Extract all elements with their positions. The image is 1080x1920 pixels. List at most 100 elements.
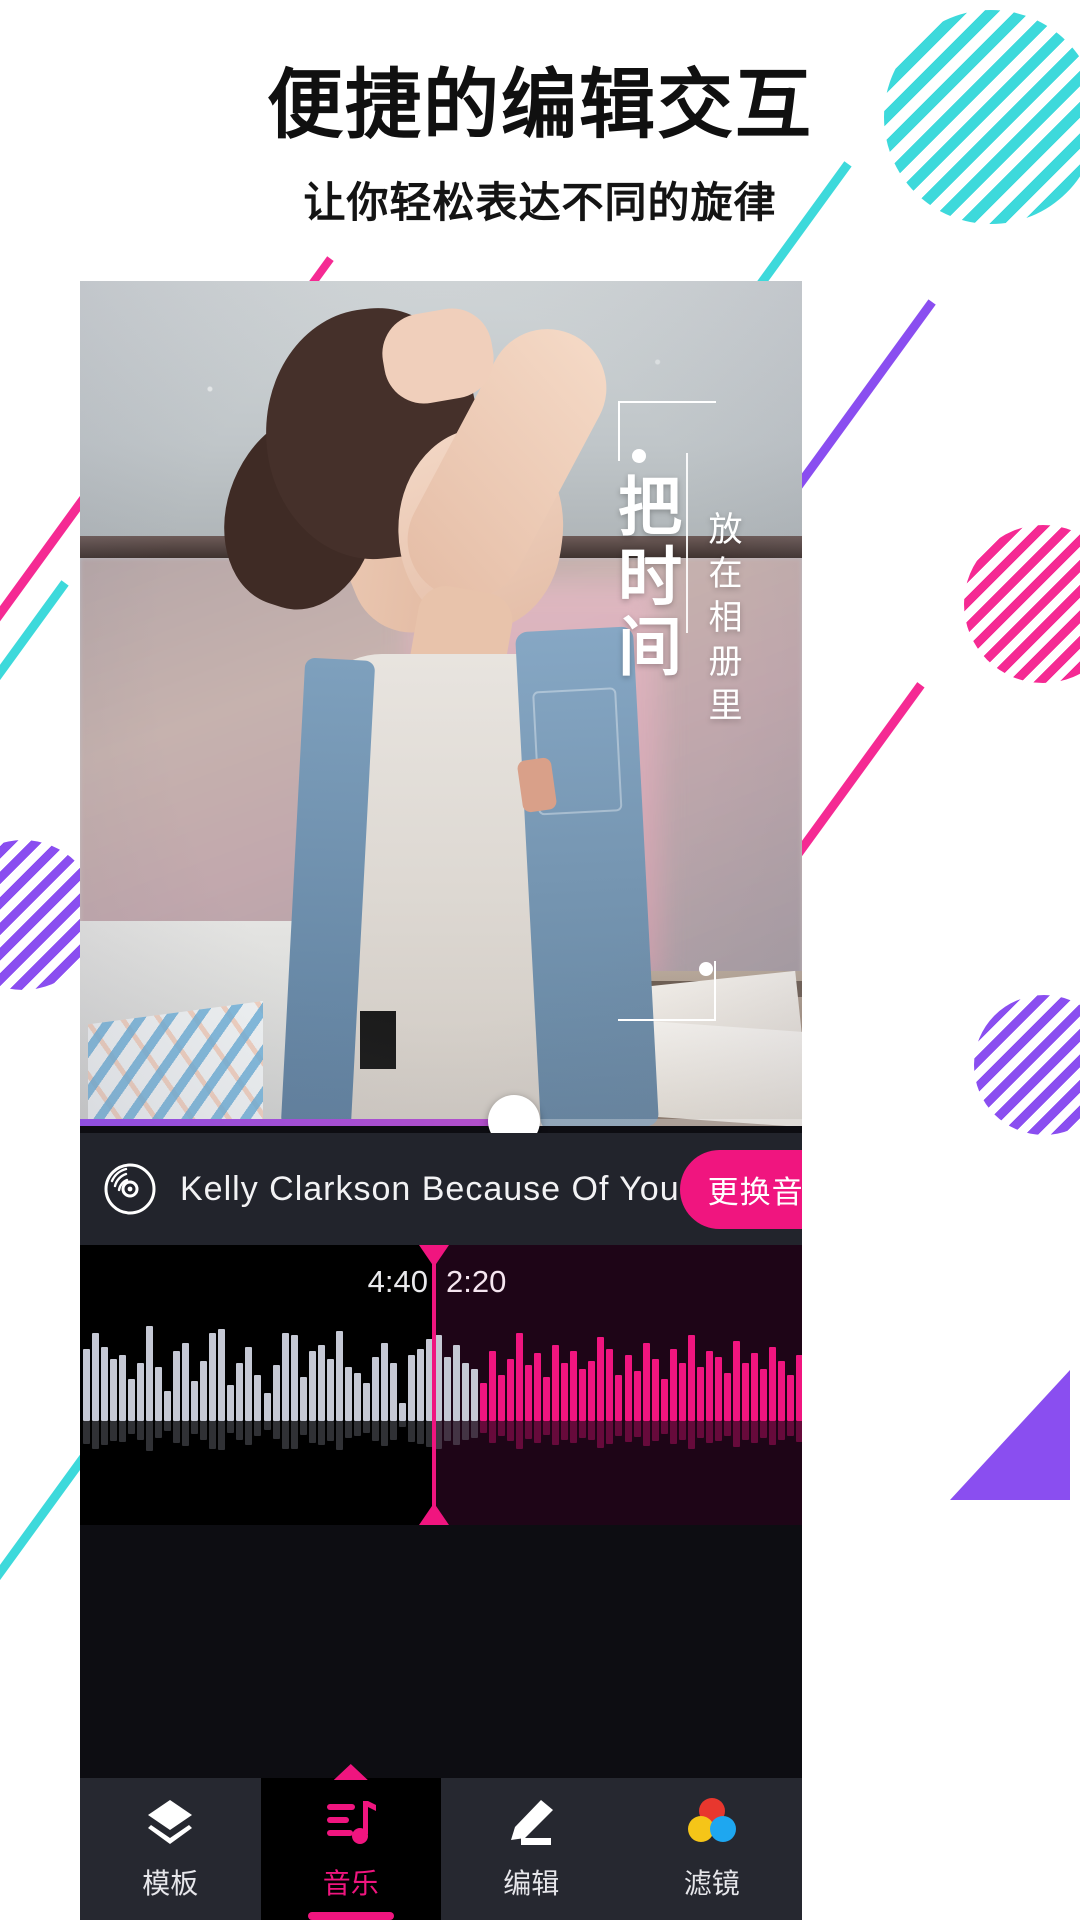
waveform-bar-reflection [696,1421,704,1439]
waveform-bar-reflection [606,1421,614,1445]
waveform-bar [200,1361,208,1421]
waveform-bar-reflection [137,1421,145,1440]
waveform-bar [687,1335,695,1421]
waveform-bar-reflection [317,1421,325,1446]
color-filter-icon [684,1796,740,1848]
waveform-bar [155,1367,163,1421]
waveform-bar [254,1375,262,1421]
waveform-bar [741,1363,749,1421]
nav-item-template[interactable]: 模板 [80,1778,261,1920]
waveform-bar-reflection [119,1421,127,1443]
waveform-bar-reflection [155,1421,163,1439]
timeline-playhead[interactable] [419,1245,449,1525]
caption-bracket-top-vertical [618,401,620,461]
header: 便捷的编辑交互 让你轻松表达不同的旋律 [0,62,1080,230]
waveform-bar [732,1341,740,1421]
waveform-bar [317,1345,325,1421]
waveform-bar-reflection [444,1421,451,1442]
waveform-bar-reflection [254,1421,262,1436]
waveform-bar-reflection [498,1421,506,1436]
waveform-bar [380,1343,388,1421]
waveform-bar-reflection [615,1421,623,1436]
waveform-bar-reflection [407,1421,415,1443]
waveform-bar [119,1355,127,1421]
waveform-bar-reflection [669,1421,677,1445]
nav-item-filter[interactable]: 滤镜 [622,1778,803,1920]
waveform-bar-reflection [714,1421,722,1442]
waveform-bar-reflection [290,1421,298,1449]
audio-timeline[interactable]: 4:40 2:20 [80,1245,802,1525]
waveform[interactable] [80,1317,802,1467]
caption-dot-top [632,449,646,463]
waveform-bar [389,1363,397,1421]
waveform-bar [83,1349,90,1421]
waveform-bar-reflection [732,1421,740,1447]
waveform-bar [326,1359,334,1421]
waveform-bar [245,1347,253,1421]
waveform-bar-reflection [182,1421,190,1446]
waveform-bar-reflection [705,1421,713,1444]
waveform-bar [705,1351,713,1421]
waveform-bar [750,1353,758,1421]
promo-screen: 便捷的编辑交互 让你轻松表达不同的旋律 把时间 放在相册里 Kelly Clar… [0,0,1080,1920]
waveform-bar-reflection [416,1421,424,1445]
waveform-bar-reflection [299,1421,307,1436]
waveform-bar [453,1345,461,1421]
waveform-bar-reflection [245,1421,253,1445]
waveform-bar [534,1353,542,1421]
nav-label-template: 模板 [142,1867,199,1900]
page-title: 便捷的编辑交互 [267,60,813,149]
photo-canvas[interactable]: 把时间 放在相册里 [80,281,802,1126]
waveform-bar [543,1377,551,1421]
waveform-bar-reflection [480,1421,488,1434]
nav-active-caret [333,1764,368,1780]
nav-label-music: 音乐 [322,1867,379,1900]
waveform-bar-reflection [624,1421,632,1443]
waveform-bar [471,1369,479,1421]
waveform-bar-reflection [434,1421,442,1449]
waveform-bar [669,1349,677,1421]
waveform-bar-reflection [471,1421,479,1438]
waveform-bar [759,1369,767,1421]
timeline-time-labels: 4:40 2:20 [80,1259,802,1305]
waveform-bar [407,1355,415,1421]
nav-item-edit[interactable]: 编辑 [441,1778,622,1920]
waveform-bar-reflection [83,1421,90,1445]
waveform-bar [209,1333,217,1421]
photo-caption-overlay[interactable]: 把时间 放在相册里 [594,401,774,1021]
waveform-bar-reflection [660,1421,668,1435]
waveform-bar [723,1373,731,1421]
waveform-bar-reflection [344,1421,352,1439]
change-music-button[interactable]: 更换音乐 [679,1149,802,1229]
waveform-bar [525,1365,533,1421]
waveform-bar-reflection [552,1421,560,1446]
waveform-bar-reflection [362,1421,370,1434]
waveform-bar-reflection [588,1421,596,1441]
deco-line-cyan-left [0,580,69,780]
waveform-bar [371,1357,379,1421]
waveform-bar [651,1359,659,1421]
waveform-bar [570,1351,578,1421]
waveform-bar [299,1377,307,1421]
waveform-bar [795,1355,802,1421]
waveform-bar [606,1349,614,1421]
waveform-bar [561,1363,569,1421]
waveform-bar-reflection [146,1421,154,1452]
nav-item-music[interactable]: 音乐 [260,1764,441,1920]
waveform-bar-reflection [642,1421,650,1446]
waveform-bar-reflection [326,1421,334,1441]
waveform-bar-reflection [750,1421,758,1443]
waveform-bar-reflection [92,1421,100,1450]
deco-circle-pink-right [964,525,1080,683]
waveform-bar [191,1381,199,1421]
waveform-bar [335,1331,343,1421]
app-preview: 把时间 放在相册里 Kelly Clarkson Because Of You [80,281,802,1920]
waveform-bar [777,1361,785,1421]
photo-progress-fill [80,1119,511,1126]
nav-label-edit: 编辑 [503,1867,560,1900]
waveform-bar-reflection [371,1421,379,1442]
waveform-bar [353,1373,361,1421]
waveform-bar-reflection [453,1421,461,1446]
waveform-bar [768,1347,776,1421]
waveform-bar-reflection [534,1421,542,1443]
